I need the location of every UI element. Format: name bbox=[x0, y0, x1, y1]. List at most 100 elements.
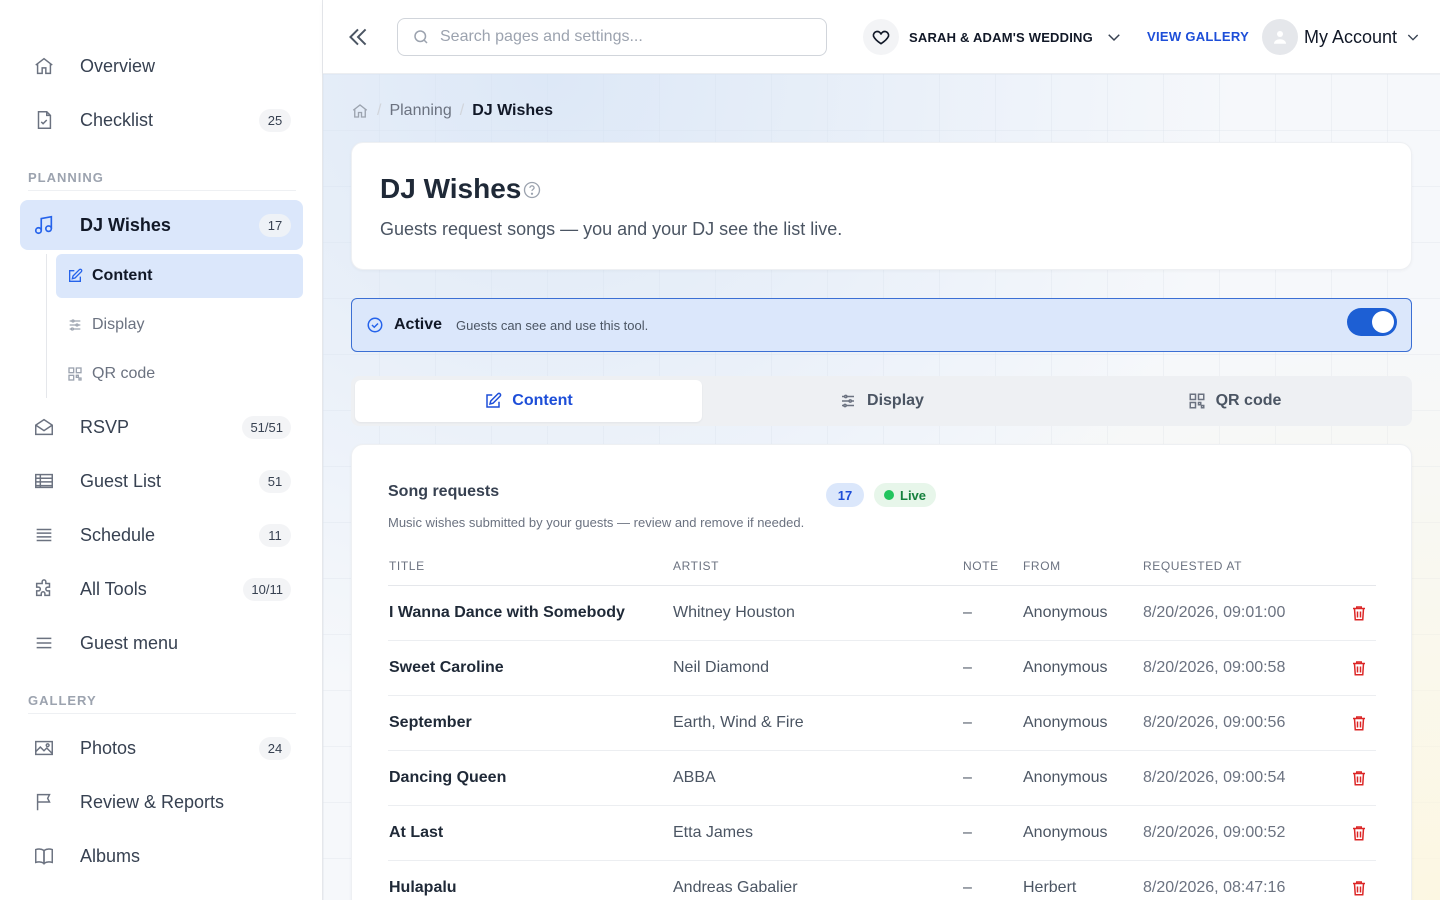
subnav-item-display[interactable]: Display bbox=[56, 303, 303, 347]
subnav-item-content[interactable]: Content bbox=[56, 254, 303, 298]
avatar bbox=[1262, 19, 1298, 55]
count-badge: 11 bbox=[259, 523, 291, 547]
column-header-note: NOTE bbox=[963, 559, 999, 573]
table-row: At Last Etta James – Anonymous 8/20/2026, 09… bbox=[388, 806, 1376, 861]
subnav-item-qr-code[interactable]: QR code bbox=[56, 352, 303, 396]
subnav-item-label: Display bbox=[92, 316, 145, 333]
music-icon bbox=[32, 213, 56, 237]
active-description: Guests can see and use this tool. bbox=[456, 317, 649, 333]
song-requested-at: 8/20/2026, 09:01:00 bbox=[1143, 604, 1286, 621]
flag-icon bbox=[32, 790, 56, 814]
tab-bar: Content Display QR code bbox=[351, 376, 1412, 426]
active-toggle[interactable] bbox=[1347, 308, 1397, 336]
sidebar-item-guest-menu[interactable]: Guest menu bbox=[20, 619, 303, 667]
table-row: Hulapalu Andreas Gabalier – Herbert 8/20/202… bbox=[388, 861, 1376, 900]
sidebar-item-label: RSVP bbox=[80, 416, 130, 437]
song-from: Anonymous bbox=[1023, 769, 1108, 786]
tab-label: QR code bbox=[1215, 392, 1282, 409]
sidebar-item-label: Schedule bbox=[80, 524, 156, 545]
view-gallery-link[interactable]: VIEW GALLERY bbox=[1147, 29, 1249, 44]
table-row: I Wanna Dance with Somebody Whitney Houst… bbox=[388, 586, 1376, 641]
song-note: – bbox=[963, 879, 972, 896]
trash-icon[interactable] bbox=[1350, 713, 1368, 733]
song-from: Anonymous bbox=[1023, 824, 1108, 841]
song-artist: Andreas Gabalier bbox=[673, 879, 798, 896]
sidebar-item-albums[interactable]: Albums bbox=[20, 832, 303, 880]
sidebar-item-label: Guest List bbox=[80, 470, 162, 491]
song-note: – bbox=[963, 714, 972, 731]
song-artist: Neil Diamond bbox=[673, 659, 770, 676]
count-badge: 24 bbox=[259, 736, 291, 760]
song-title: September bbox=[389, 714, 472, 731]
book-icon bbox=[32, 844, 56, 868]
chevron-down-icon bbox=[1105, 28, 1123, 46]
active-title: Active bbox=[394, 316, 443, 333]
breadcrumb-parent[interactable]: Planning bbox=[389, 102, 451, 120]
song-artist: Whitney Houston bbox=[673, 604, 795, 621]
song-title: Sweet Caroline bbox=[389, 659, 504, 676]
trash-icon[interactable] bbox=[1350, 768, 1368, 788]
sidebar-item-schedule[interactable]: Schedule 11 bbox=[20, 511, 303, 559]
search-icon bbox=[412, 28, 430, 46]
subnav-line bbox=[46, 254, 47, 398]
song-note: – bbox=[963, 769, 972, 786]
song-note: – bbox=[963, 824, 972, 841]
toggle-knob bbox=[1372, 311, 1394, 333]
breadcrumb-separator: / bbox=[377, 102, 382, 119]
sidebar-item-guest-list[interactable]: Guest List 51 bbox=[20, 457, 303, 505]
account-menu[interactable]: My Account bbox=[1262, 19, 1421, 55]
column-header-from: FROM bbox=[1023, 559, 1061, 573]
count-badge: 10/11 bbox=[243, 577, 291, 601]
sidebar-item-label: Overview bbox=[80, 55, 156, 76]
event-selector[interactable]: SARAH & ADAM'S WEDDING bbox=[863, 18, 1123, 56]
divider bbox=[28, 713, 296, 714]
count-badge: 17 bbox=[259, 213, 291, 237]
song-from: Anonymous bbox=[1023, 604, 1108, 621]
sidebar-item-all-tools[interactable]: All Tools 10/11 bbox=[20, 565, 303, 613]
song-requested-at: 8/20/2026, 08:47:16 bbox=[1143, 879, 1286, 896]
song-artist: Etta James bbox=[673, 824, 754, 841]
sidebar-item-rsvp[interactable]: RSVP 51/51 bbox=[20, 403, 303, 451]
divider bbox=[28, 190, 296, 191]
song-note: – bbox=[963, 659, 972, 676]
sidebar-item-checklist[interactable]: Checklist 25 bbox=[20, 96, 303, 144]
card-description: Music wishes submitted by your guests — … bbox=[388, 515, 805, 530]
tab-content[interactable]: Content bbox=[355, 380, 702, 422]
trash-icon[interactable] bbox=[1350, 658, 1368, 678]
song-note: – bbox=[963, 604, 972, 621]
sliders-icon bbox=[839, 392, 857, 410]
collapse-sidebar-icon[interactable] bbox=[345, 24, 371, 50]
subnav-item-label: QR code bbox=[92, 365, 156, 382]
trash-icon[interactable] bbox=[1350, 823, 1368, 843]
song-requested-at: 8/20/2026, 09:00:58 bbox=[1143, 659, 1286, 676]
song-title: At Last bbox=[389, 824, 444, 841]
page-subtitle: Guests request songs — you and your DJ s… bbox=[380, 219, 843, 239]
table-row: Dancing Queen ABBA – Anonymous 8/20/2026, 09… bbox=[388, 751, 1376, 806]
song-from: Herbert bbox=[1023, 879, 1077, 896]
envelope-icon bbox=[32, 415, 56, 439]
home-icon[interactable] bbox=[351, 102, 369, 120]
tab-label: Content bbox=[512, 392, 573, 409]
trash-icon[interactable] bbox=[1350, 878, 1368, 898]
sidebar-item-photos[interactable]: Photos 24 bbox=[20, 724, 303, 772]
search-box[interactable] bbox=[397, 18, 827, 56]
help-icon[interactable] bbox=[522, 180, 542, 200]
sidebar-item-dj-wishes[interactable]: DJ Wishes 17 bbox=[20, 200, 303, 250]
tab-qr-code[interactable]: QR code bbox=[1061, 380, 1408, 422]
sidebar-item-label: DJ Wishes bbox=[80, 214, 171, 235]
edit-icon bbox=[66, 267, 84, 285]
search-input[interactable] bbox=[440, 28, 800, 46]
song-from: Anonymous bbox=[1023, 659, 1108, 676]
sidebar-item-review-reports[interactable]: Review & Reports bbox=[20, 778, 303, 826]
tab-label: Display bbox=[867, 392, 924, 409]
sidebar-item-label: Guest menu bbox=[80, 632, 179, 653]
edit-icon bbox=[484, 392, 502, 410]
breadcrumb: / Planning / DJ Wishes bbox=[351, 102, 553, 120]
puzzle-icon bbox=[32, 577, 56, 601]
tab-display[interactable]: Display bbox=[706, 380, 1057, 422]
sidebar-item-overview[interactable]: Overview bbox=[20, 42, 303, 90]
section-label-gallery: GALLERY bbox=[28, 693, 97, 708]
song-from: Anonymous bbox=[1023, 714, 1108, 731]
song-requested-at: 8/20/2026, 09:00:52 bbox=[1143, 824, 1286, 841]
trash-icon[interactable] bbox=[1350, 603, 1368, 623]
